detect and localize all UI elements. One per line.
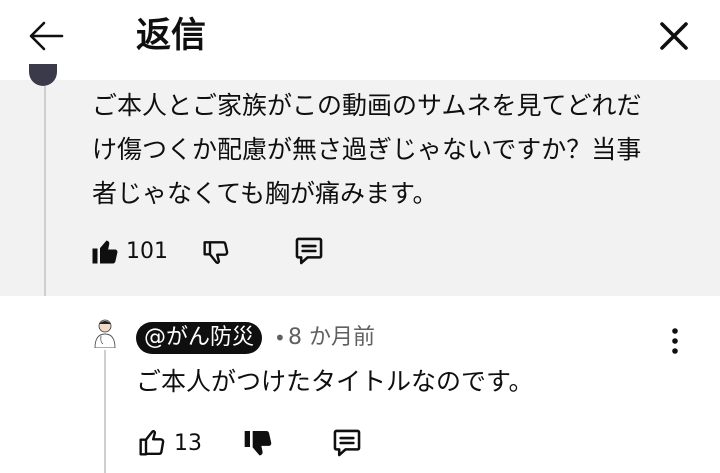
- dislike-button[interactable]: [242, 427, 274, 459]
- dislike-button[interactable]: [200, 235, 232, 267]
- like-count: 13: [174, 430, 202, 456]
- comment-line: け傷つくか配慮が無さ過ぎじゃないですか？当事: [92, 135, 642, 164]
- parent-comment-text: ご本人とご家族がこの動画のサムネを見てどれだ け傷つくか配慮が無さ過ぎじゃないで…: [92, 84, 672, 216]
- reply-timestamp: 8 か月前: [288, 325, 375, 350]
- parent-actions: 101: [90, 234, 326, 268]
- more-options-icon[interactable]: [662, 324, 688, 358]
- thumbs-up-icon: [90, 236, 120, 266]
- thumbs-up-outline-icon: [136, 427, 168, 459]
- like-button[interactable]: 13: [136, 427, 202, 459]
- reply-button[interactable]: [330, 426, 364, 460]
- thread-connector-line: [44, 86, 46, 330]
- reply-avatar[interactable]: [92, 318, 118, 348]
- reply-author-handle[interactable]: @がん防災: [136, 322, 263, 354]
- reply-comment-icon: [330, 426, 364, 460]
- thumbs-down-filled-icon: [242, 427, 274, 459]
- reply-actions: 13: [136, 426, 364, 460]
- thumbs-down-icon: [200, 235, 232, 267]
- reply-comment-text: ご本人がつけたタイトルなのです。: [136, 367, 534, 396]
- meta-separator: •: [274, 326, 286, 350]
- like-count: 101: [126, 238, 168, 264]
- page-title: 返信: [136, 16, 207, 56]
- comment-line: ご本人とご家族がこの動画のサムネを見てどれだ: [92, 91, 642, 120]
- reply-thread-line: [104, 350, 106, 473]
- close-icon[interactable]: [652, 14, 696, 58]
- back-arrow-icon[interactable]: [24, 14, 68, 58]
- reply-button[interactable]: [292, 234, 326, 268]
- top-bar: 返信: [0, 0, 720, 80]
- comment-line: 者じゃなくても胸が痛みます。: [92, 179, 438, 208]
- like-button[interactable]: 101: [90, 236, 168, 266]
- reply-comment-icon: [292, 234, 326, 268]
